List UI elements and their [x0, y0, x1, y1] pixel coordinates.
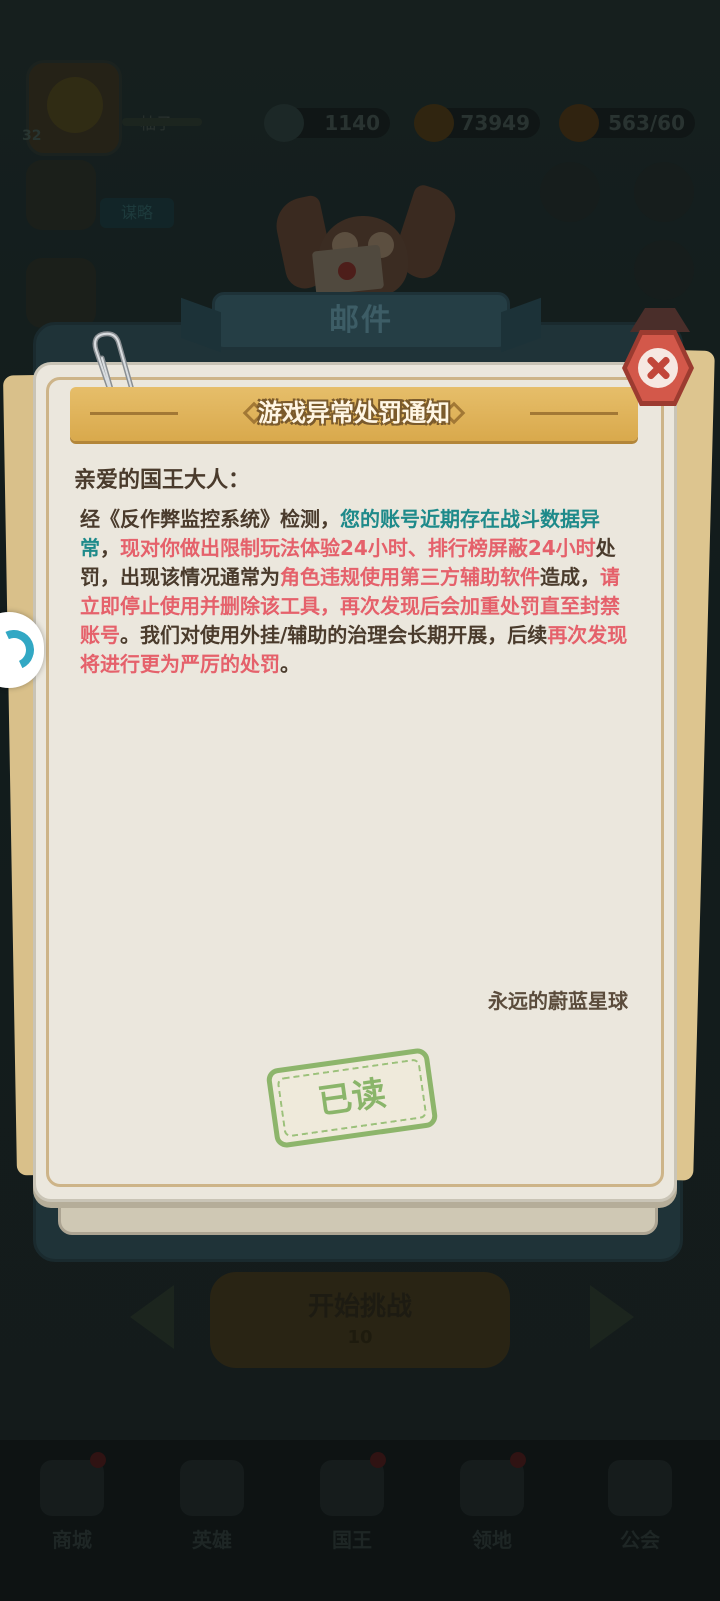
mail-body-segment-normal: ， — [100, 536, 120, 560]
notice-title-banner: 游戏异常处罚通知 — [70, 387, 638, 441]
mail-body: 经《反作弊监控系统》检测，您的账号近期存在战斗数据异常，现对你做出限制玩法体验2… — [80, 505, 636, 679]
mail-body-segment-normal: 。 — [280, 652, 300, 676]
mail-signature: 永远的蔚蓝星球 — [488, 989, 628, 1013]
mail-body-segment-normal: 经《反作弊监控系统》检测， — [80, 507, 340, 531]
notice-title: 游戏异常处罚通知 — [258, 399, 450, 427]
mail-greeting: 亲爱的国王大人： — [74, 468, 251, 493]
close-icon — [638, 348, 678, 388]
close-button[interactable] — [622, 330, 694, 406]
mail-body-segment-normal: 。我们对使用外挂/辅助的治理会长期开展，后续 — [120, 623, 548, 647]
mail-body-segment-normal: 造成， — [540, 565, 600, 589]
mail-panel-title: 邮件 — [181, 292, 541, 353]
mail-body-segment-red: 现对你做出限制玩法体验24小时、排行榜屏蔽24小时 — [120, 536, 596, 560]
mail-body-segment-red: 角色违规使用第三方辅助软件 — [280, 565, 540, 589]
owl-mascot-icon — [271, 182, 463, 308]
